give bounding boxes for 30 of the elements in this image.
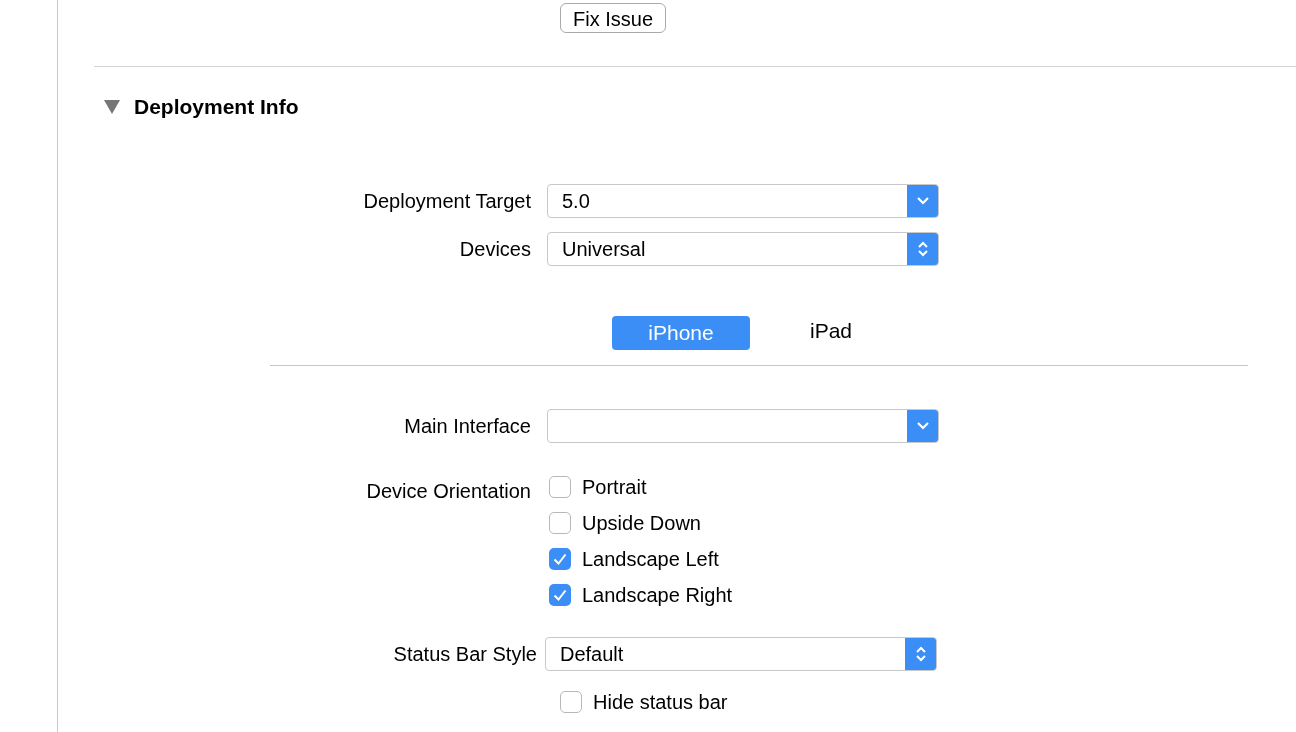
checkbox-label: Landscape Left (582, 546, 719, 572)
checkbox-label: Portrait (582, 474, 647, 500)
chevron-down-icon (915, 420, 930, 431)
field-label: Main Interface (404, 413, 531, 439)
chevron-down-icon (915, 195, 930, 206)
checkbox[interactable] (549, 547, 571, 570)
disclosure-triangle-icon[interactable] (104, 99, 120, 114)
dropdown-value: Universal (562, 236, 646, 262)
checkbox-label: Landscape Right (582, 582, 733, 608)
checkbox-label: Hide status bar (593, 689, 728, 715)
field-label: Device Orientation (366, 478, 531, 504)
checkbox[interactable] (549, 475, 571, 498)
checkmark-icon (553, 552, 567, 565)
fix-issue-button[interactable]: Fix Issue (560, 3, 667, 33)
dropdown-value: Default (560, 641, 624, 667)
checkbox[interactable] (560, 690, 582, 713)
dropdown-value: 5.0 (562, 188, 590, 214)
checkbox[interactable] (549, 511, 571, 534)
checkmark-icon (553, 588, 567, 601)
section-title: Deployment Info (134, 94, 299, 120)
checkbox[interactable] (549, 583, 571, 606)
field-label: Devices (459, 236, 531, 262)
dropdown-field[interactable]: Universal (547, 231, 939, 266)
dropdown-field[interactable]: Default (545, 636, 937, 671)
dropdown-field[interactable]: 5.0 (547, 183, 939, 218)
device-tab[interactable]: iPad (810, 313, 853, 348)
checkbox-label: Upside Down (582, 510, 701, 536)
field-label: Deployment Target (363, 188, 531, 214)
dropdown-field[interactable] (547, 408, 939, 443)
field-label: Status Bar Style (393, 641, 537, 667)
